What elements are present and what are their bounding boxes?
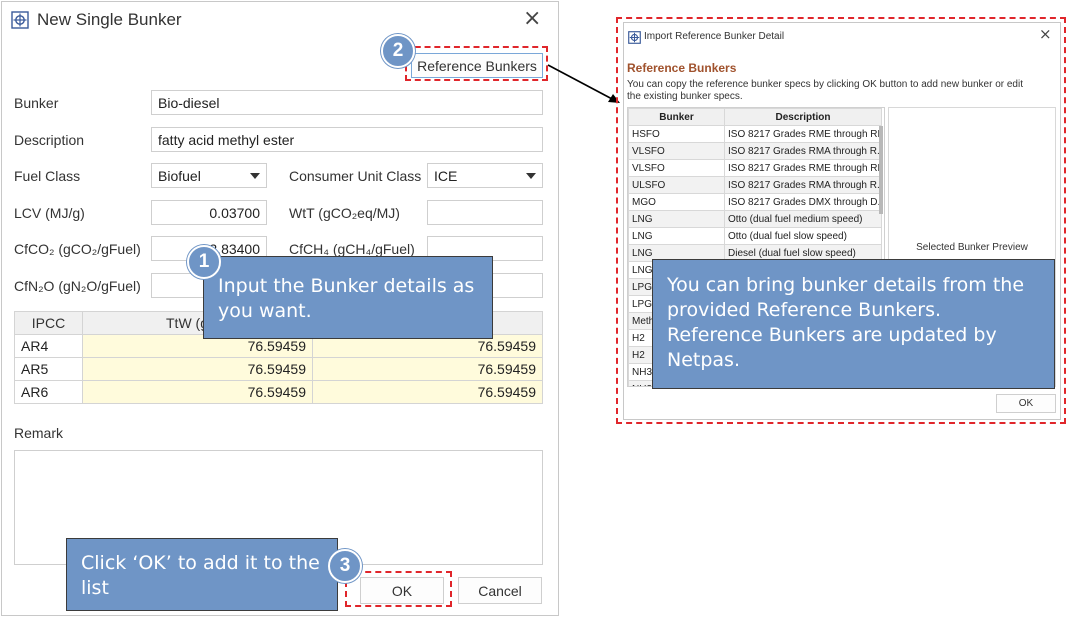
wtt-input[interactable] [427, 200, 543, 225]
description-column-header: Description [724, 108, 882, 126]
chevron-down-icon [526, 172, 536, 179]
description-cell: ISO 8217 Grades RME through RMK [724, 159, 882, 177]
close-icon[interactable]: × [1039, 25, 1052, 43]
import-ok-button[interactable]: OK [996, 394, 1056, 413]
reference-description: You can copy the reference bunker specs … [627, 79, 1023, 102]
value-cell[interactable]: 76.59459 [82, 357, 313, 381]
cfco2-label: CfCO₂ (gCO₂/gFuel) [14, 241, 141, 257]
description-cell: ISO 8217 Grades DMX through D... [724, 193, 882, 211]
description-cell: ISO 8217 Grades RMA through R... [724, 176, 882, 194]
consumer-unit-class-value: ICE [434, 167, 458, 184]
bunker-cell: VLSFO [628, 159, 725, 177]
value-cell[interactable]: 76.59459 [312, 357, 543, 381]
lcv-input[interactable]: 0.03700 [151, 200, 267, 225]
table-row[interactable]: AR5 76.59459 76.59459 [14, 357, 543, 381]
ok-highlight-frame [345, 571, 452, 607]
bunker-cell: MGO [628, 193, 725, 211]
table-row[interactable]: LNG Otto (dual fuel slow speed) [628, 227, 882, 245]
cancel-button[interactable]: Cancel [458, 577, 542, 604]
app-icon [11, 11, 29, 29]
table-row[interactable]: MGO ISO 8217 Grades DMX through D... [628, 193, 882, 211]
table-row[interactable]: HSFO ISO 8217 Grades RME through RMK [628, 125, 882, 143]
description-label: Description [14, 132, 85, 148]
callout-reference-bunkers: You can bring bunker details from the pr… [652, 259, 1055, 389]
dialog-title: New Single Bunker [37, 10, 182, 29]
consumer-unit-class-select[interactable]: ICE [427, 163, 543, 188]
preview-label: Selected Bunker Preview [916, 242, 1028, 253]
callout-input-details: Input the Bunker details as you want. [203, 256, 493, 339]
description-cell: ISO 8217 Grades RMA through R... [724, 142, 882, 160]
step-2-badge: 2 [381, 34, 415, 68]
app-icon [628, 29, 641, 44]
bunker-cell: HSFO [628, 125, 725, 143]
table-row[interactable]: ULSFO ISO 8217 Grades RMA through R... [628, 176, 882, 194]
lcv-label: LCV (MJ/g) [14, 205, 85, 221]
table-row[interactable]: VLSFO ISO 8217 Grades RME through RMK [628, 159, 882, 177]
table-row[interactable]: LNG Otto (dual fuel medium speed) [628, 210, 882, 228]
scrollbar-thumb[interactable] [879, 126, 883, 214]
cfn2o-label: CfN₂O (gN₂O/gFuel) [14, 278, 141, 294]
callout-3-text: Click ‘OK’ to add it to the list [81, 552, 320, 599]
description-cell: Otto (dual fuel medium speed) [724, 210, 882, 228]
import-dialog-title: Import Reference Bunker Detail [644, 31, 785, 42]
chevron-down-icon [250, 172, 260, 179]
ipcc-header: IPCC [14, 311, 83, 335]
ipcc-cell: AR6 [14, 380, 83, 404]
fuel-class-select[interactable]: Biofuel [151, 163, 267, 188]
description-cell: Otto (dual fuel slow speed) [724, 227, 882, 245]
table-row[interactable]: AR6 76.59459 76.59459 [14, 380, 543, 404]
fuel-class-value: Biofuel [158, 167, 201, 184]
remark-label: Remark [14, 425, 64, 441]
table-row[interactable]: VLSFO ISO 8217 Grades RMA through R... [628, 142, 882, 160]
step-3-badge: 3 [328, 549, 362, 583]
consumer-unit-class-label: Consumer Unit Class [289, 168, 422, 184]
reference-bunkers-heading: Reference Bunkers [627, 61, 737, 75]
callout-1-text: Input the Bunker details as you want. [218, 275, 475, 322]
bunker-cell: LNG [628, 227, 725, 245]
bunker-cell: VLSFO [628, 142, 725, 160]
bunker-cell: ULSFO [628, 176, 725, 194]
callout-4-text: You can bring bunker details from the pr… [667, 274, 1025, 371]
value-cell[interactable]: 76.59459 [82, 380, 313, 404]
description-input[interactable]: fatty acid methyl ester [151, 127, 543, 152]
ipcc-cell: AR5 [14, 357, 83, 381]
close-icon[interactable]: × [523, 6, 541, 31]
bunker-cell: LNG [628, 210, 725, 228]
value-cell[interactable]: 76.59459 [312, 380, 543, 404]
callout-click-ok: Click ‘OK’ to add it to the list [66, 538, 338, 611]
wtt-label: WtT (gCO₂eq/MJ) [289, 205, 400, 221]
bunker-input[interactable]: Bio-diesel [151, 90, 543, 115]
fuel-class-label: Fuel Class [14, 168, 81, 184]
reference-highlight-frame [405, 46, 548, 81]
bunker-label: Bunker [14, 95, 59, 111]
ipcc-cell: AR4 [14, 334, 83, 358]
description-cell: ISO 8217 Grades RME through RMK [724, 125, 882, 143]
cfch4-label: CfCH₄ (gCH₄/gFuel) [289, 241, 415, 257]
bunker-column-header: Bunker [628, 108, 725, 126]
step-1-badge: 1 [187, 245, 221, 279]
